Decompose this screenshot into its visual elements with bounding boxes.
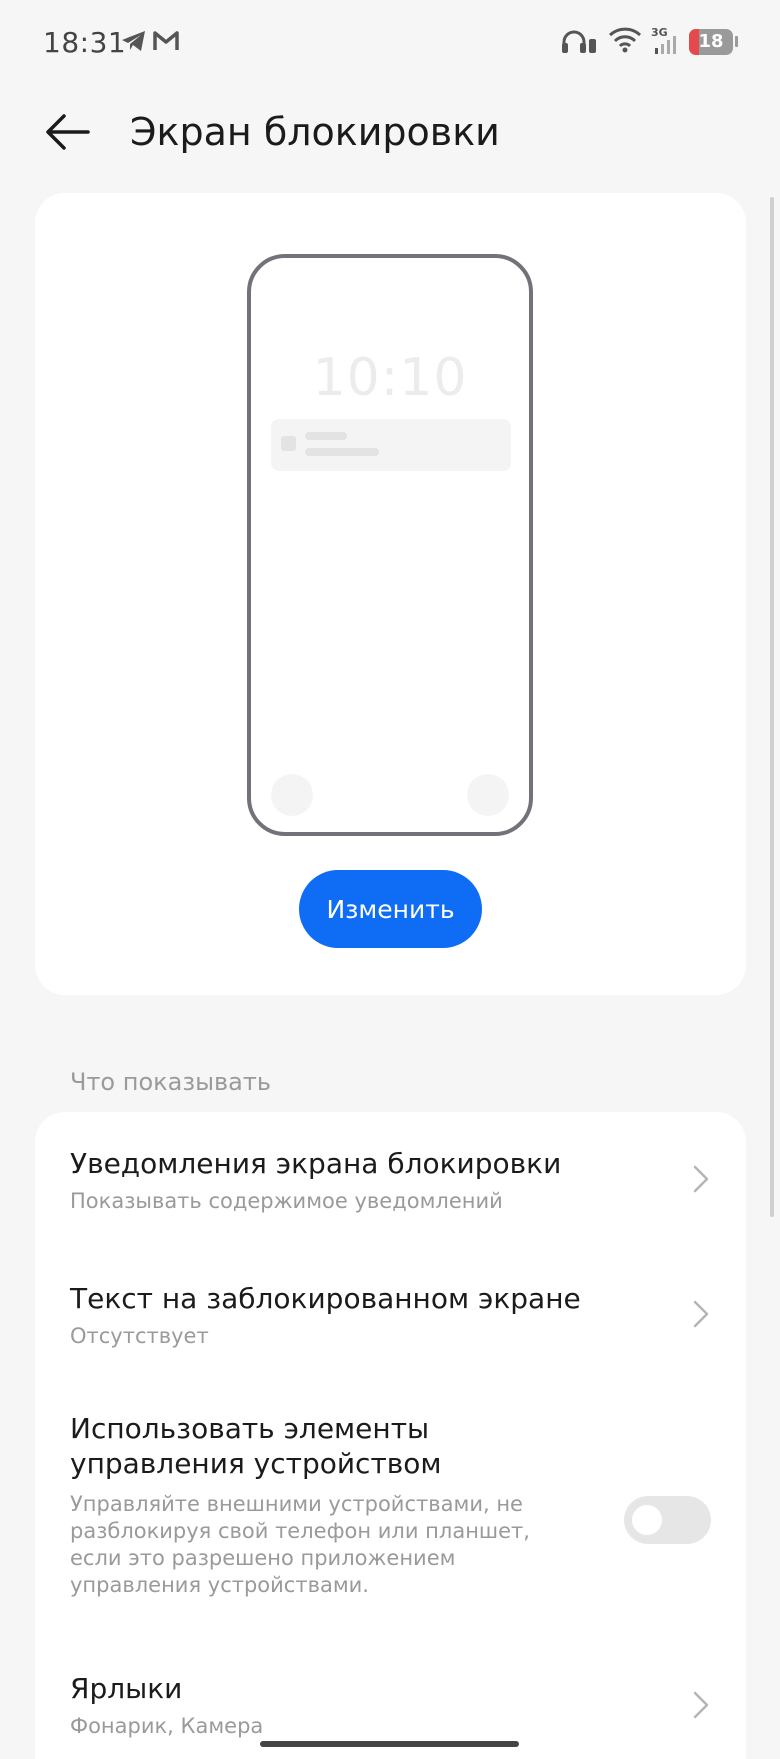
setting-subtitle: Отсутствует — [70, 1324, 209, 1348]
section-label: Что показывать — [70, 1068, 272, 1096]
setting-title-line: управления устройством — [70, 1447, 442, 1480]
arrow-left-icon — [46, 114, 90, 150]
setting-subtitle-line: управления устройствами. — [70, 1573, 369, 1597]
setting-lockscreen-text[interactable]: Текст на заблокированном экране Отсутств… — [35, 1248, 746, 1382]
change-button[interactable]: Изменить — [299, 870, 482, 948]
setting-subtitle: Фонарик, Камера — [70, 1714, 264, 1738]
notification-placeholder-icon — [281, 436, 296, 451]
notification-placeholder-line — [305, 448, 379, 456]
battery-icon: 18 — [689, 29, 733, 55]
setting-title: Ярлыки — [70, 1672, 183, 1705]
preview-notification — [271, 419, 511, 471]
setting-title: Текст на заблокированном экране — [70, 1282, 581, 1315]
setting-device-controls[interactable]: Использовать элементы управления устройс… — [35, 1382, 746, 1638]
setting-lockscreen-notifications[interactable]: Уведомления экрана блокировки Показывать… — [35, 1112, 746, 1248]
preview-shortcut-left — [271, 774, 313, 816]
back-button[interactable] — [44, 108, 92, 156]
chevron-right-icon — [693, 1300, 709, 1328]
battery-cap — [735, 36, 738, 47]
headphones-icon — [560, 28, 598, 54]
chevron-right-icon — [693, 1165, 709, 1193]
phone-preview[interactable]: 10:10 — [247, 254, 533, 836]
toggle-knob — [632, 1505, 662, 1535]
status-bar: 18:31 3G 18 — [0, 0, 780, 84]
telegram-icon — [120, 29, 148, 53]
signal-icon — [655, 36, 677, 54]
setting-title-line: Использовать элементы — [70, 1412, 430, 1445]
wifi-icon — [608, 27, 642, 53]
preview-shortcut-right — [467, 774, 509, 816]
home-indicator[interactable] — [260, 1741, 519, 1747]
lockscreen-preview-card: 10:10 Изменить — [35, 193, 746, 995]
chevron-right-icon — [693, 1691, 709, 1719]
setting-subtitle-line: Управляйте внешними устройствами, не — [70, 1492, 523, 1516]
page-title: Экран блокировки — [130, 110, 500, 154]
setting-title: Уведомления экрана блокировки — [70, 1147, 562, 1180]
gmail-icon — [152, 30, 180, 52]
setting-subtitle-line: разблокируя свой телефон или планшет, — [70, 1519, 530, 1543]
preview-clock: 10:10 — [312, 348, 468, 408]
setting-subtitle-line: если это разрешено приложением — [70, 1546, 456, 1570]
device-controls-toggle[interactable] — [624, 1496, 711, 1544]
scrollbar[interactable] — [770, 197, 774, 1217]
notification-placeholder-line — [305, 432, 347, 440]
setting-subtitle: Показывать содержимое уведомлений — [70, 1189, 503, 1213]
battery-level: 18 — [698, 31, 724, 52]
settings-list: Уведомления экрана блокировки Показывать… — [35, 1112, 746, 1759]
status-time: 18:31 — [43, 26, 127, 59]
